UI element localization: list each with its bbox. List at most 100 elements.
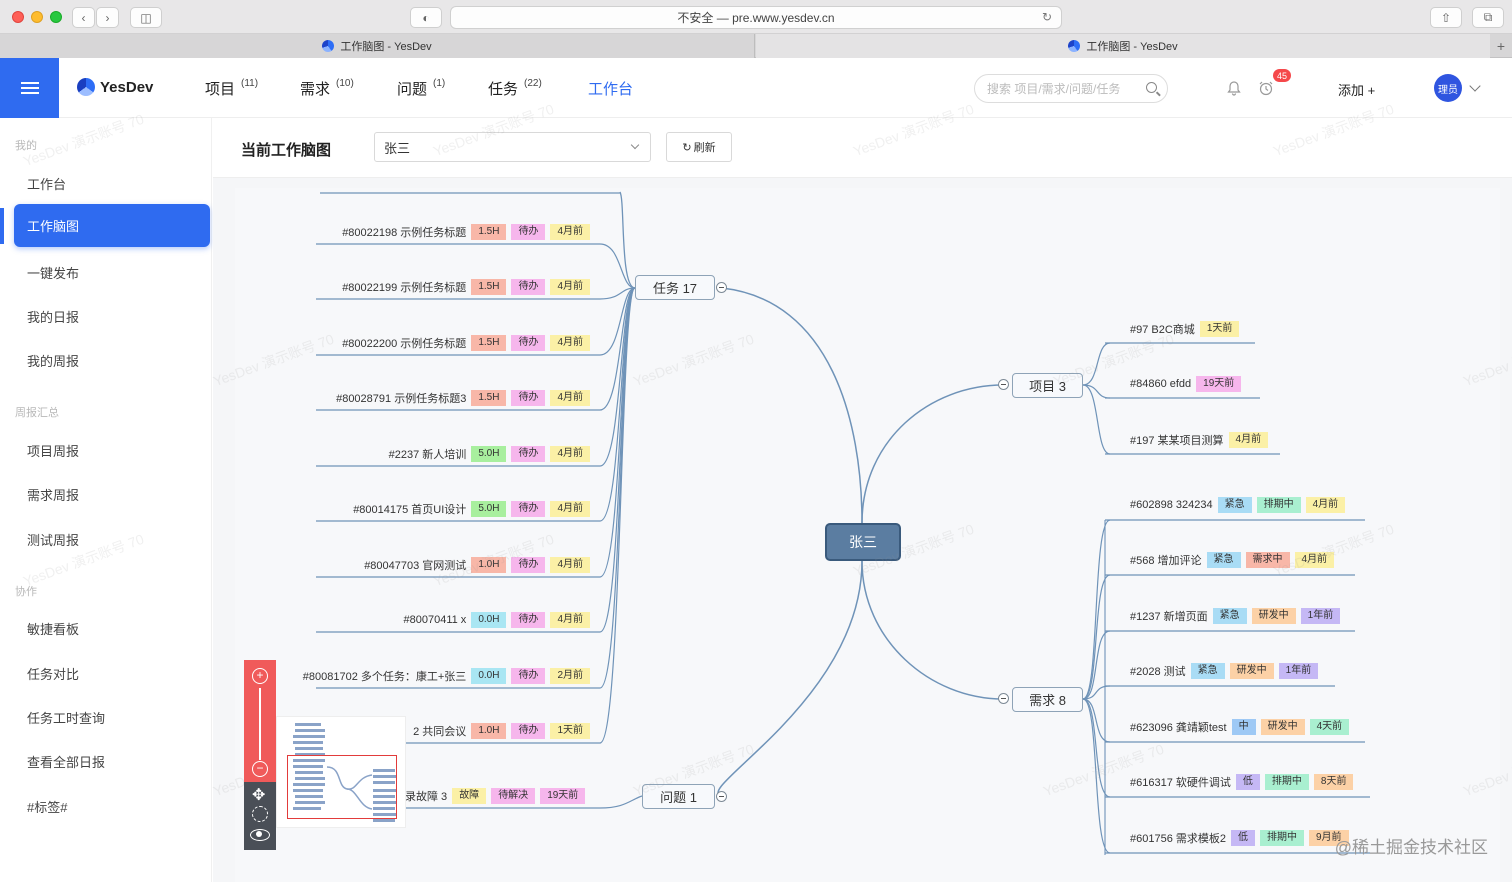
priority-badge: 低: [1231, 830, 1255, 846]
requirement-title: #601756 需求模板2: [1130, 833, 1226, 845]
project-title: #97 B2C商城: [1130, 324, 1195, 336]
time-badge: 4月前: [1228, 432, 1269, 448]
task-list-item[interactable]: #2237 新人培训 5.0H 待办 4月前: [260, 445, 590, 463]
task-list-item[interactable]: #80022199 示例任务标题 1.5H 待办 4月前: [260, 278, 590, 296]
zoom-in-icon[interactable]: +: [252, 668, 268, 684]
task-title: #80028791 示例任务标题3: [336, 393, 467, 405]
requirement-list-item[interactable]: #2028 测试 紧急 研发中 1年前: [1130, 662, 1319, 680]
time-badge: 4月前: [550, 279, 590, 295]
project-list-item[interactable]: #84860 efdd 19天前: [1130, 375, 1242, 393]
connector-line: [599, 287, 636, 689]
task-list-item[interactable]: #80022198 示例任务标题 1.5H 待办 4月前: [260, 223, 590, 241]
move-icon[interactable]: ✥: [252, 785, 265, 805]
requirement-list-item[interactable]: #602898 324234 紧急 排期中 4月前: [1130, 496, 1346, 514]
connector-line: [717, 560, 863, 797]
task-title: #80081702 多个任务：康工+张三: [302, 671, 467, 683]
collapse-toggle-icon[interactable]: [998, 693, 1009, 704]
status-badge: 待办: [511, 501, 546, 517]
hours-badge: 0.0H: [471, 668, 507, 684]
time-badge: 4月前: [1305, 497, 1346, 513]
connector-line: [861, 560, 1004, 700]
task-list-item[interactable]: #80028791 示例任务标题3 1.5H 待办 4月前: [260, 389, 590, 407]
task-list-item[interactable]: #80022200 示例任务标题 1.5H 待办 4月前: [260, 334, 590, 352]
time-badge: 19天前: [540, 788, 586, 804]
requirement-list-item[interactable]: #616317 软硬件调试低排期中 8天前: [1130, 773, 1354, 791]
task-title: 2 共同会议: [413, 726, 467, 738]
mindmap-connectors: [316, 191, 1370, 855]
requirement-list-item[interactable]: #1237 新增页面 紧急 研发中 1年前: [1130, 607, 1341, 625]
project-list-item[interactable]: #97 B2C商城 1天前: [1130, 320, 1240, 338]
minimap-viewport[interactable]: [287, 755, 397, 819]
collapse-toggle-icon[interactable]: [716, 282, 727, 293]
priority-badge: 紧急: [1190, 663, 1225, 679]
task-title: #80014175 首页UI设计: [353, 504, 467, 516]
status-badge: 排期中: [1264, 774, 1309, 790]
task-list-item[interactable]: #80014175 首页UI设计 5.0H 待办 4月前: [260, 500, 590, 518]
hours-badge: 0.0H: [471, 612, 507, 628]
status-badge: 研发中: [1251, 608, 1296, 624]
time-badge: 4月前: [550, 446, 590, 462]
zoom-out-icon[interactable]: −: [252, 761, 268, 777]
status-badge: 需求中: [1245, 552, 1290, 568]
eye-icon[interactable]: [250, 829, 270, 841]
status-badge: 待办: [511, 668, 546, 684]
minimap[interactable]: [276, 716, 406, 828]
hours-badge: 1.5H: [471, 224, 507, 240]
connector-line: [721, 287, 863, 524]
task-title: #2237 新人培训: [388, 449, 467, 461]
requirement-title: #623096 龚靖颖test: [1130, 722, 1227, 734]
canvas-tools: ✥: [244, 782, 276, 850]
credit-watermark: @稀土掘金技术社区: [1334, 838, 1488, 857]
status-badge: 待办: [511, 335, 546, 351]
task-group-node[interactable]: 任务 17: [635, 275, 715, 300]
project-title: #197 某某项目测算: [1130, 435, 1224, 447]
zoom-track[interactable]: [259, 688, 261, 760]
hours-badge: 1.5H: [471, 279, 507, 295]
priority-badge: 紧急: [1206, 552, 1241, 568]
connector-line: [1082, 630, 1111, 700]
time-badge: 2月前: [550, 668, 590, 684]
task-list-item[interactable]: #80047703 官网测试 1.0H 待办 4月前: [260, 556, 590, 574]
status-badge: 研发中: [1229, 663, 1274, 679]
time-badge: 1年前: [1300, 608, 1341, 624]
task-title: #80022199 示例任务标题: [342, 282, 467, 294]
time-badge: 19天前: [1196, 376, 1242, 392]
connector-line: [861, 384, 1004, 524]
hours-badge: 1.0H: [471, 557, 507, 573]
project-group-node[interactable]: 项目 3: [1012, 373, 1083, 398]
requirement-title: #2028 测试: [1130, 666, 1186, 678]
status-badge: 排期中: [1256, 497, 1301, 513]
requirement-group-node[interactable]: 需求 8: [1012, 687, 1083, 712]
status-badge: 待办: [511, 612, 546, 628]
hours-badge: 1.5H: [471, 390, 507, 406]
connector-line: [619, 191, 636, 289]
status-badge: 待办: [511, 279, 546, 295]
time-badge: 8天前: [1313, 774, 1354, 790]
zoom-slider[interactable]: + −: [244, 660, 276, 782]
requirement-list-item[interactable]: #568 增加评论 紧急 需求中 4月前: [1130, 551, 1335, 569]
collapse-toggle-icon[interactable]: [998, 379, 1009, 390]
task-title: #80022198 示例任务标题: [342, 227, 467, 239]
zoom-control[interactable]: + − ✥: [244, 660, 276, 850]
status-badge: 待办: [511, 557, 546, 573]
status-badge: 待办: [511, 224, 546, 240]
priority-badge: 低: [1235, 774, 1260, 790]
task-list-item[interactable]: #80081702 多个任务：康工+张三 0.0H 待办 2月前: [260, 667, 590, 685]
time-badge: 1天前: [550, 723, 590, 739]
requirement-list-item[interactable]: #601756 需求模板2 低排期中 9月前: [1130, 829, 1349, 847]
issue-group-node[interactable]: 问题 1: [642, 784, 715, 809]
status-badge: 待办: [511, 390, 546, 406]
time-badge: 4天前: [1309, 719, 1350, 735]
task-list-item[interactable]: #80070411 x 0.0H 待办 4月前: [260, 611, 590, 629]
time-badge: 4月前: [550, 501, 590, 517]
connector-line: [1082, 698, 1111, 743]
fit-view-icon[interactable]: [252, 806, 268, 822]
issue-list-item[interactable]: 录故障 3 故障 待解决 19天前: [405, 787, 586, 805]
task-list-item[interactable]: 2 共同会议 1.0H 待办 1天前: [400, 722, 590, 740]
collapse-toggle-icon[interactable]: [716, 791, 727, 802]
hours-badge: 5.0H: [471, 446, 507, 462]
requirement-list-item[interactable]: #623096 龚靖颖test 中研发中 4天前: [1130, 718, 1350, 736]
hours-badge: 1.0H: [471, 723, 507, 739]
mindmap-root-node[interactable]: 张三: [825, 523, 901, 561]
project-list-item[interactable]: #197 某某项目测算 4月前: [1130, 431, 1269, 449]
